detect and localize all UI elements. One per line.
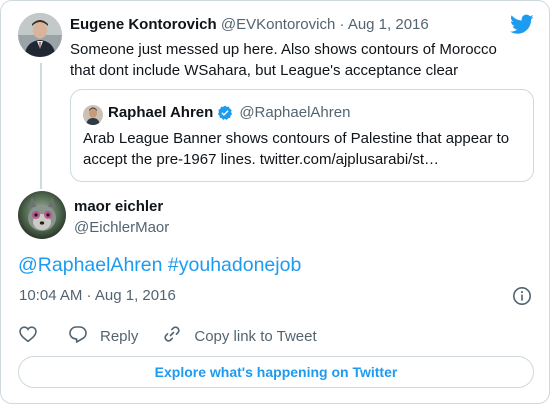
- quoted-tweet-header: Raphael Ahren @RaphaelAhren: [108, 104, 350, 121]
- tweet-timestamp[interactable]: 10:04 AM · Aug 1, 2016: [19, 287, 176, 304]
- header-separator: ·: [335, 16, 348, 33]
- twitter-bird-icon[interactable]: [510, 14, 534, 35]
- reply-button[interactable]: Reply: [68, 324, 138, 348]
- main-tweet-text: @RaphaelAhren #youhadonejob: [18, 254, 301, 277]
- copy-link-button[interactable]: Copy link to Tweet: [162, 324, 317, 348]
- quoted-tweet-text: Arab League Banner shows contours of Pal…: [83, 130, 510, 168]
- reply-label: Reply: [100, 327, 139, 345]
- hashtag-link[interactable]: #youhadonejob: [168, 254, 301, 276]
- main-author-avatar[interactable]: [18, 191, 66, 239]
- main-author-name[interactable]: maor eichler: [74, 198, 163, 215]
- quoted-author-handle: @RaphaelAhren: [239, 104, 351, 121]
- parent-author-name[interactable]: Eugene Kontorovich: [70, 16, 217, 33]
- link-icon: [162, 324, 182, 348]
- main-author-handle[interactable]: @EichlerMaor: [74, 219, 169, 236]
- explore-twitter-button[interactable]: Explore what's happening on Twitter: [18, 356, 534, 388]
- quoted-author-name: Raphael Ahren: [108, 104, 214, 121]
- tweet-embed-card: Eugene Kontorovich @EVKontorovich · Aug …: [0, 0, 550, 404]
- reply-icon: [68, 324, 88, 348]
- parent-tweet-header: Eugene Kontorovich @EVKontorovich · Aug …: [70, 16, 429, 33]
- parent-author-avatar[interactable]: [18, 13, 62, 57]
- verified-badge-icon: [217, 105, 233, 121]
- mention-link[interactable]: @RaphaelAhren: [18, 254, 162, 276]
- quoted-author-avatar: [83, 105, 103, 125]
- heart-icon: [18, 324, 38, 348]
- copy-link-label: Copy link to Tweet: [194, 327, 317, 345]
- info-icon[interactable]: [512, 286, 532, 306]
- parent-author-handle[interactable]: @EVKontorovich: [221, 16, 335, 33]
- thread-connector-line: [40, 63, 42, 189]
- parent-tweet-text: Someone just messed up here. Also shows …: [70, 41, 497, 79]
- like-button[interactable]: [18, 324, 38, 348]
- parent-tweet-date[interactable]: Aug 1, 2016: [348, 16, 429, 33]
- quoted-tweet-card[interactable]: Raphael Ahren @RaphaelAhren Arab League …: [70, 89, 534, 182]
- tweet-actions-bar: Reply Copy link to Tweet: [18, 324, 341, 348]
